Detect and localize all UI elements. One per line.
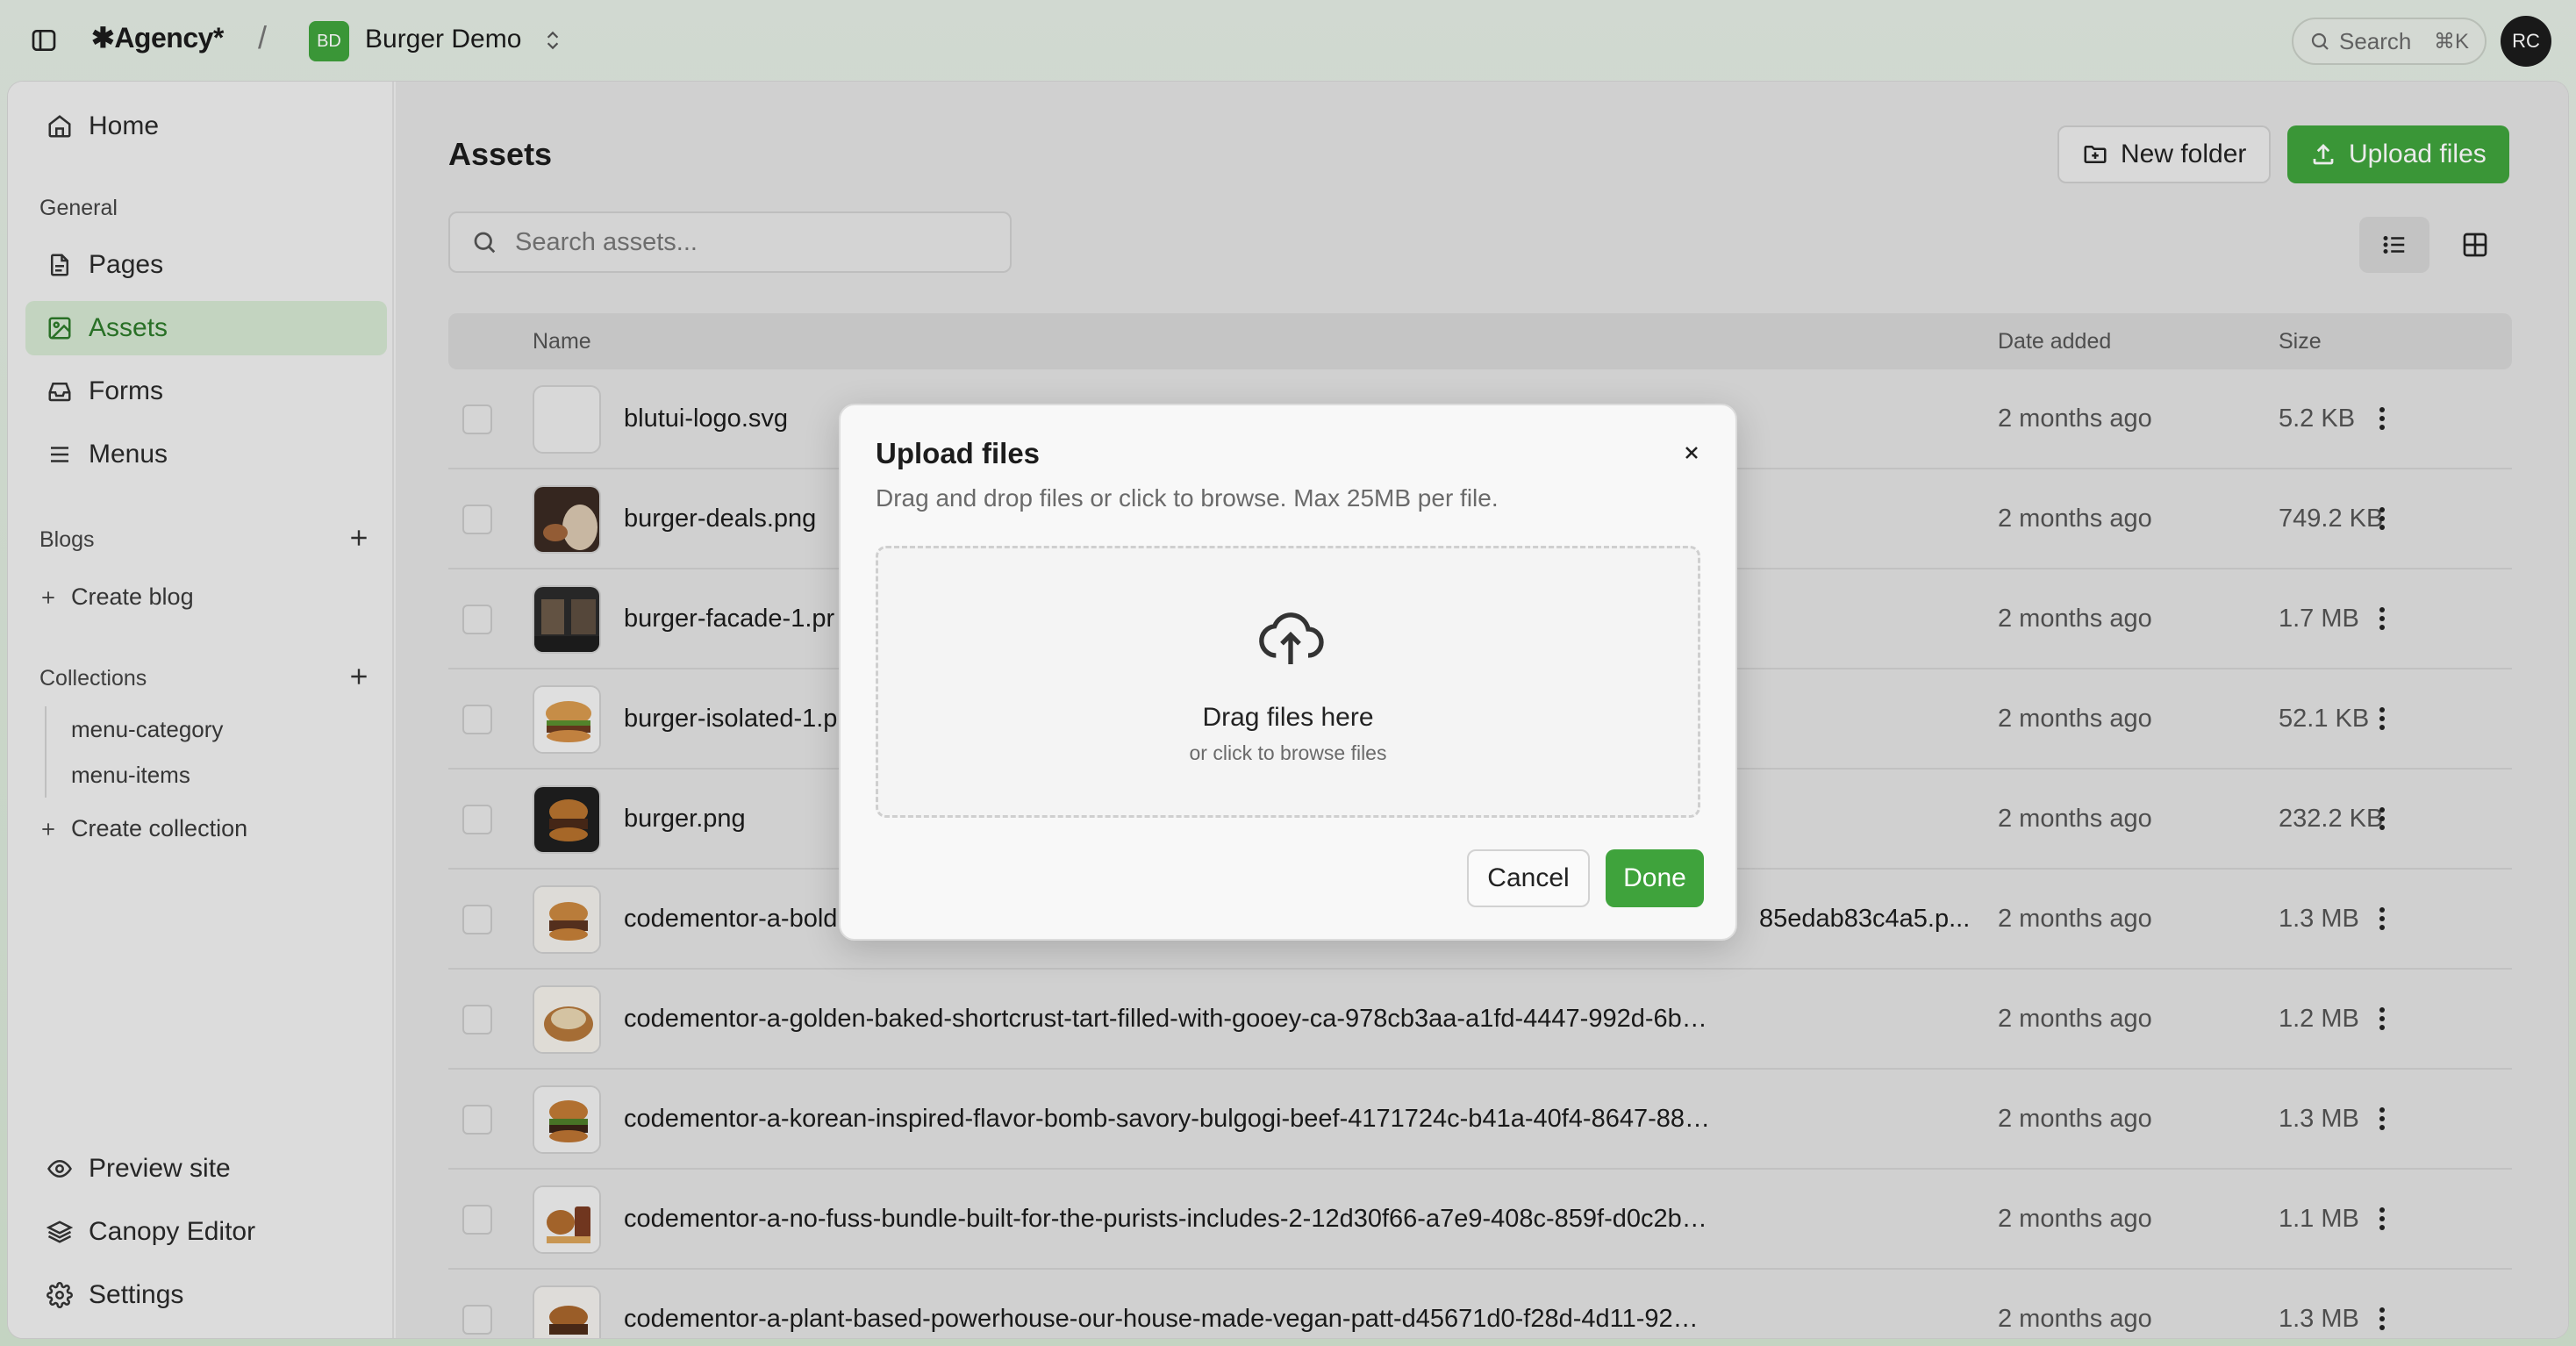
cancel-button[interactable]: Cancel [1467,849,1590,907]
dialog-title: Upload files [876,437,1041,469]
dropzone-subtitle: or click to browse files [1189,741,1387,764]
upload-files-dialog: Upload files Drag and drop files or clic… [839,404,1737,941]
file-dropzone[interactable]: Drag files here or click to browse files [876,546,1700,818]
cloud-upload-icon [1256,603,1326,677]
close-icon[interactable] [1674,435,1709,470]
done-button[interactable]: Done [1606,849,1704,907]
dropzone-title: Drag files here [1202,703,1374,732]
dialog-description: Drag and drop files or click to browse. … [876,484,1499,512]
